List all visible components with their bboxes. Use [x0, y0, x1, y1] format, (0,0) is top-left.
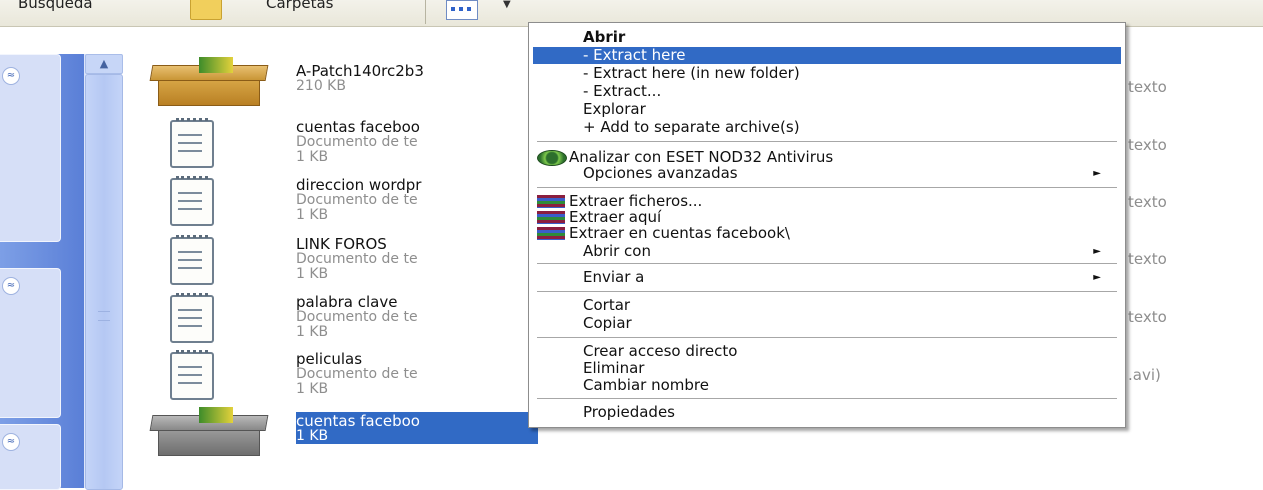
scroll-grip-icon	[98, 311, 110, 321]
file-size: 1 KB	[296, 324, 329, 340]
context-menu: Abrir - Extract here - Extract here (in …	[528, 22, 1126, 428]
menu-item-properties[interactable]: Propiedades	[533, 404, 1121, 421]
file-type: Documento de te	[296, 309, 418, 325]
menu-item-send-to[interactable]: Enviar a ►	[533, 269, 1121, 286]
scroll-up-button[interactable]: ▲	[85, 54, 123, 74]
menu-item-cut[interactable]: Cortar	[533, 297, 1121, 314]
task-panel: ≈	[0, 268, 61, 418]
text-document-icon	[150, 235, 260, 285]
menu-item-delete[interactable]: Eliminar	[533, 360, 1121, 377]
file-type-column: texto	[1128, 78, 1167, 96]
folders-button[interactable]: Carpetas	[266, 0, 333, 12]
menu-item-extract-to-folder[interactable]: Extraer en cuentas facebook\	[533, 225, 1121, 242]
file-size: 1 KB	[296, 428, 538, 444]
file-size: 1 KB	[296, 207, 329, 223]
submenu-arrow-icon: ►	[1093, 168, 1101, 179]
file-type-column: texto	[1128, 250, 1167, 268]
views-icon[interactable]	[446, 0, 478, 20]
vertical-scrollbar[interactable]: ▲	[84, 54, 123, 490]
file-item-selected[interactable]: cuentas faceboo 1 KB	[150, 407, 550, 462]
archive-icon	[150, 407, 260, 462]
eset-icon	[537, 150, 567, 166]
file-size: 1 KB	[296, 381, 329, 397]
menu-item-extract-here[interactable]: - Extract here	[533, 47, 1121, 64]
search-button[interactable]: Búsqueda	[18, 0, 93, 12]
folders-icon[interactable]	[190, 0, 222, 20]
file-item[interactable]: direccion wordpr Documento de te 1 KB	[150, 176, 550, 226]
file-type-column: texto	[1128, 136, 1167, 154]
file-item[interactable]: peliculas Documento de te 1 KB	[150, 350, 550, 400]
text-document-icon	[150, 118, 260, 168]
text-document-icon	[150, 293, 260, 343]
menu-separator	[537, 398, 1117, 399]
collapse-chevron-icon[interactable]: ≈	[2, 67, 20, 85]
archive-icon	[150, 57, 260, 112]
menu-item-explore[interactable]: Explorar	[533, 101, 1121, 118]
file-type: Documento de te	[296, 192, 418, 208]
menu-separator	[537, 291, 1117, 292]
file-type: Documento de te	[296, 251, 418, 267]
submenu-arrow-icon: ►	[1093, 272, 1101, 283]
task-panel: ≈	[0, 424, 61, 490]
file-size: 1 KB	[296, 149, 329, 165]
menu-separator	[537, 337, 1117, 338]
menu-item-create-shortcut[interactable]: Crear acceso directo	[533, 343, 1121, 360]
file-size: 210 KB	[296, 78, 346, 94]
file-type: Documento de te	[296, 366, 418, 382]
collapse-chevron-icon[interactable]: ≈	[2, 433, 20, 451]
file-item[interactable]: palabra clave Documento de te 1 KB	[150, 293, 550, 343]
winrar-icon	[537, 211, 565, 224]
menu-item-open[interactable]: Abrir	[533, 29, 1121, 46]
file-type-column: texto	[1128, 193, 1167, 211]
menu-item-copy[interactable]: Copiar	[533, 315, 1121, 332]
file-type: Documento de te	[296, 134, 418, 150]
text-document-icon	[150, 350, 260, 400]
menu-item-extract[interactable]: - Extract...	[533, 83, 1121, 100]
winrar-icon	[537, 227, 565, 240]
task-panel: ≈	[0, 54, 61, 242]
menu-item-advanced-options[interactable]: Opciones avanzadas ►	[533, 165, 1121, 182]
scroll-thumb[interactable]	[85, 74, 123, 490]
menu-item-rename[interactable]: Cambiar nombre	[533, 377, 1121, 394]
file-item[interactable]: cuentas faceboo Documento de te 1 KB	[150, 118, 550, 168]
menu-separator	[537, 141, 1117, 142]
file-size: 1 KB	[296, 266, 329, 282]
menu-item-open-with[interactable]: Abrir con ►	[533, 243, 1121, 260]
task-pane: ≈ ≈ ≈	[0, 54, 84, 490]
text-document-icon	[150, 176, 260, 226]
menu-item-extract-new-folder[interactable]: - Extract here (in new folder)	[533, 65, 1121, 82]
file-type-column: texto	[1128, 308, 1167, 326]
file-item[interactable]: LINK FOROS Documento de te 1 KB	[150, 235, 550, 285]
winrar-icon	[537, 195, 565, 208]
menu-item-add-separate-archive[interactable]: + Add to separate archive(s)	[533, 119, 1121, 136]
file-item[interactable]: A-Patch140rc2b3 210 KB	[150, 57, 550, 112]
toolbar-separator	[425, 0, 426, 24]
collapse-chevron-icon[interactable]: ≈	[2, 277, 20, 295]
submenu-arrow-icon: ►	[1093, 246, 1101, 257]
menu-separator	[537, 187, 1117, 188]
menu-separator	[537, 263, 1117, 264]
file-type-column: .avi)	[1128, 366, 1161, 384]
views-dropdown-icon[interactable]: ▼	[503, 0, 511, 10]
